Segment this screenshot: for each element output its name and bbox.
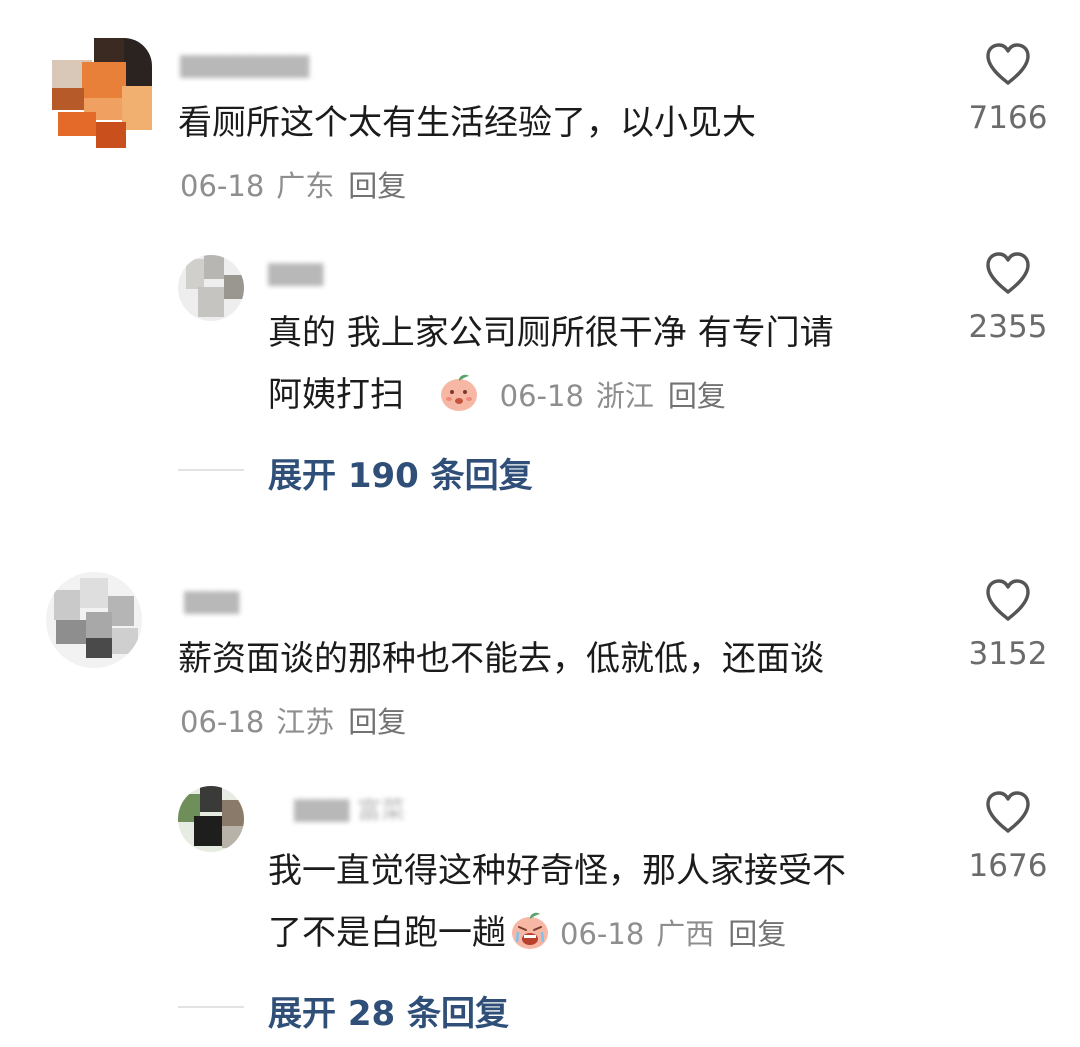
- username[interactable]: ▇▇▇: [268, 262, 358, 286]
- reply-text: 我一直觉得这种好奇怪，那人家接受不: [268, 851, 846, 891]
- reply-button[interactable]: 回复: [348, 169, 406, 203]
- smiling-peach-emoji: [440, 374, 477, 411]
- avatar[interactable]: [178, 786, 244, 852]
- reply-text-cont: 阿姨打扫: [268, 375, 404, 415]
- like-count: 7166: [968, 100, 1048, 136]
- reply-text: 真的 我上家公司厕所很干净 有专门请: [268, 313, 834, 353]
- like-button[interactable]: 1676: [953, 790, 1063, 884]
- reply-location: 浙江: [595, 379, 654, 413]
- heart-icon: [986, 43, 1030, 85]
- reply-location: 广西: [656, 917, 715, 951]
- comment-location: 广东: [276, 169, 335, 203]
- reply-meta: 06-18 广西 回复: [560, 917, 786, 951]
- comment-date: 06-18: [180, 705, 265, 739]
- heart-icon: [986, 791, 1030, 833]
- expand-replies-button[interactable]: 展开 190 条回复: [268, 448, 533, 497]
- divider: [178, 1006, 244, 1008]
- reply-button[interactable]: 回复: [668, 379, 726, 413]
- expand-replies-button[interactable]: 展开 28 条回复: [268, 986, 509, 1035]
- avatar[interactable]: [178, 255, 244, 321]
- reply-button[interactable]: 回复: [728, 917, 786, 951]
- like-count: 3152: [968, 636, 1048, 672]
- comment-meta: 06-18 广东 回复: [180, 168, 406, 204]
- comment-location: 江苏: [276, 705, 335, 739]
- username[interactable]: ▇▇▇ 富菜: [294, 798, 464, 822]
- heart-icon: [986, 579, 1030, 621]
- username[interactable]: ▇▇▇: [184, 590, 260, 614]
- reply-text-cont: 了不是白跑一趟: [268, 913, 506, 953]
- comment-text: 薪资面谈的那种也不能去，低就低，还面谈: [178, 639, 824, 679]
- like-button[interactable]: 7166: [953, 42, 1063, 136]
- reply-date: 06-18: [499, 379, 584, 413]
- reply-button[interactable]: 回复: [348, 705, 406, 739]
- avatar[interactable]: [46, 572, 142, 668]
- like-count: 1676: [968, 848, 1048, 884]
- avatar[interactable]: [52, 38, 152, 148]
- crying-peach-emoji: [512, 912, 548, 949]
- reply-text-line2: 阿姨打扫 06-18 浙江 回复: [268, 364, 726, 426]
- comment-meta: 06-18 江苏 回复: [180, 704, 406, 740]
- reply-date: 06-18: [560, 917, 645, 951]
- like-button[interactable]: 2355: [953, 251, 1063, 345]
- username[interactable]: ▇▇▇▇▇▇▇: [180, 54, 370, 78]
- like-button[interactable]: 3152: [953, 578, 1063, 672]
- like-count: 2355: [968, 309, 1048, 345]
- heart-icon: [986, 252, 1030, 294]
- reply-meta: 06-18 浙江 回复: [500, 379, 726, 413]
- reply-text-line2: 了不是白跑一趟 06-18 广西 回复: [268, 902, 786, 964]
- divider: [178, 469, 244, 471]
- comment-date: 06-18: [180, 169, 265, 203]
- comment-text: 看厕所这个太有生活经验了，以小见大: [178, 103, 756, 143]
